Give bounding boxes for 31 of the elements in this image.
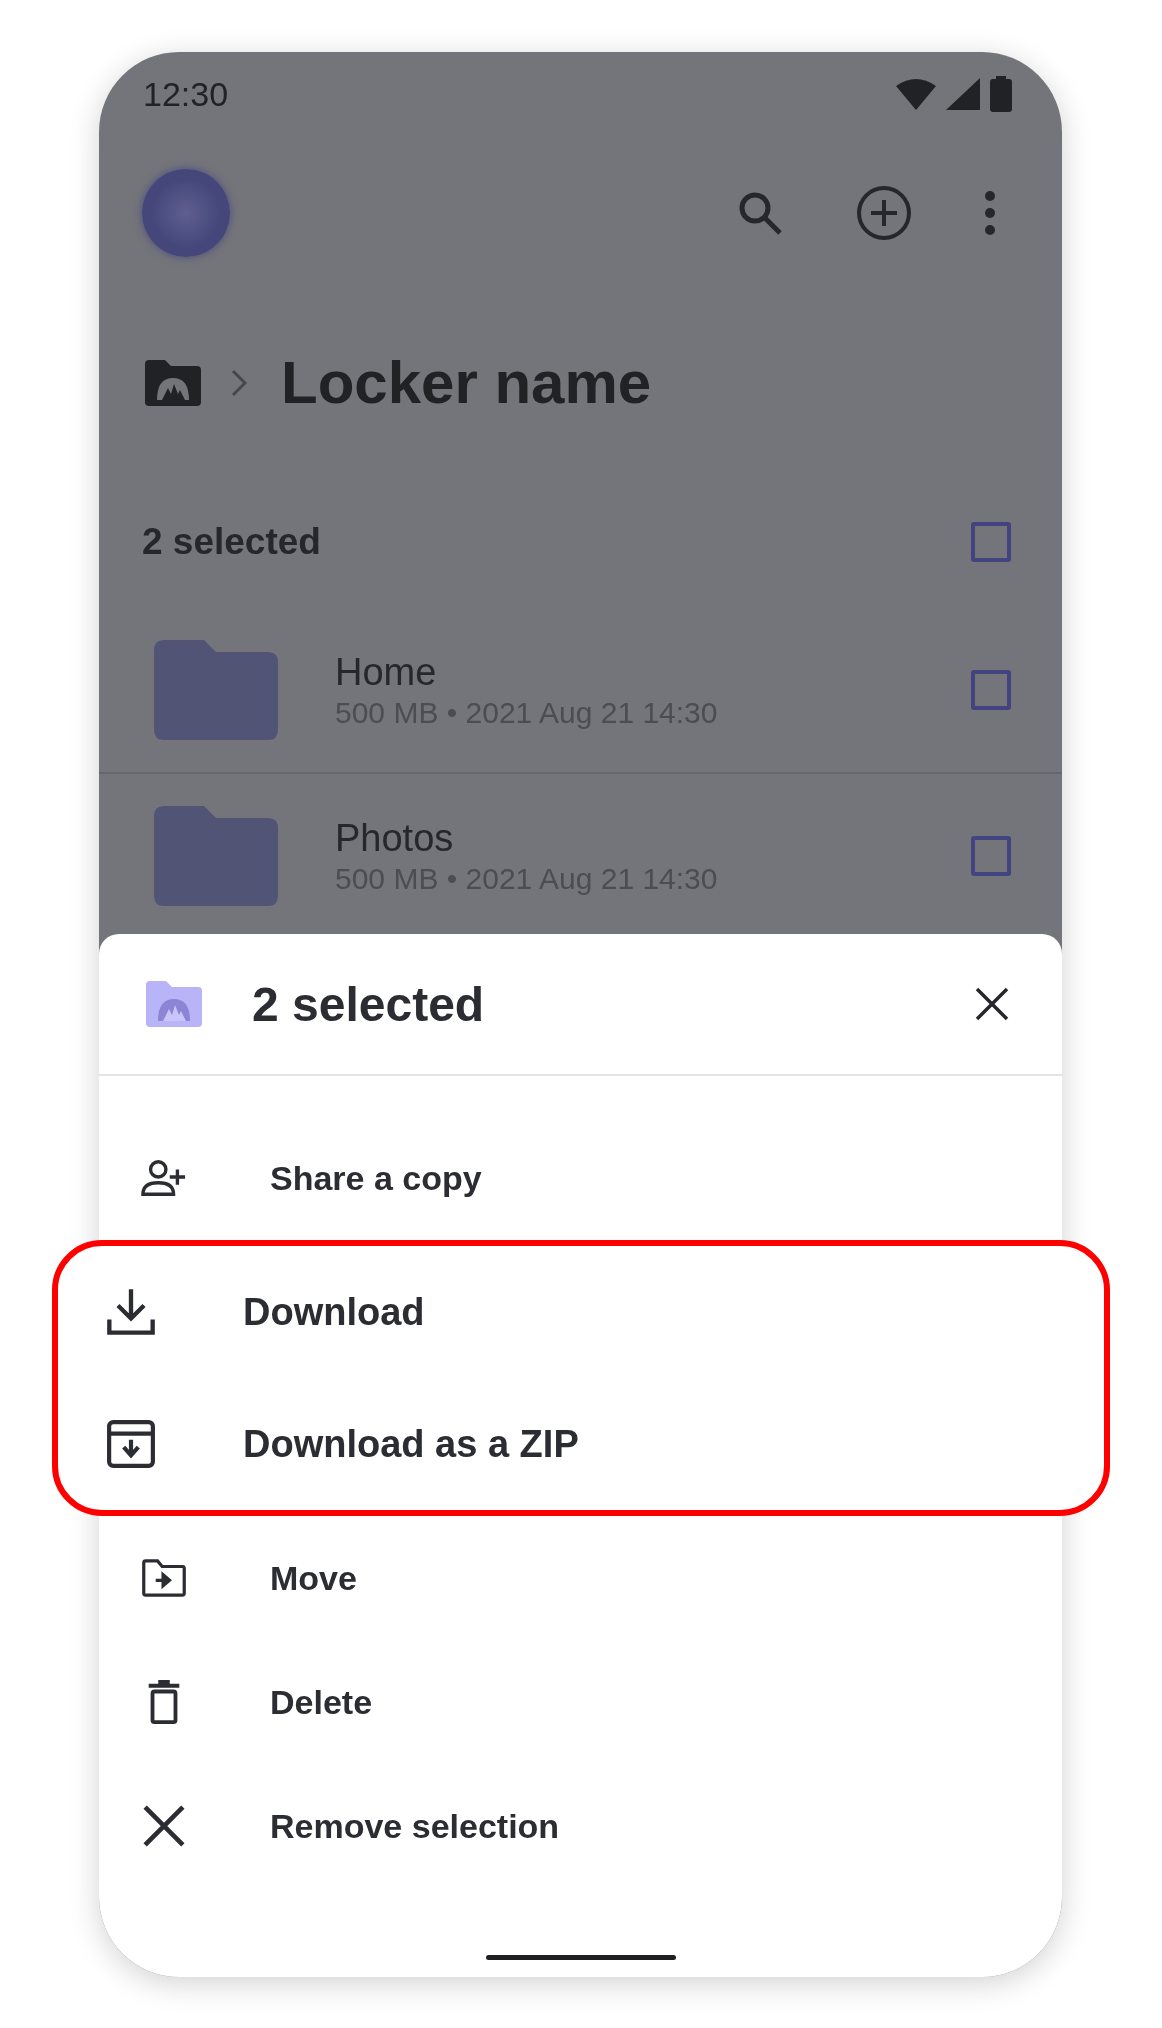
avatar[interactable] [142, 169, 230, 257]
checkbox[interactable] [971, 521, 1011, 562]
menu-item[interactable]: Share a copy [99, 1116, 1062, 1240]
checkbox[interactable] [971, 836, 1011, 876]
folder-icon [154, 806, 278, 906]
menu-item[interactable]: Move [99, 1516, 1062, 1640]
folder-icon [154, 640, 278, 740]
menu-item[interactable]: Download [58, 1246, 1104, 1378]
more-icon[interactable] [984, 190, 996, 236]
wifi-icon [896, 78, 936, 110]
locker-folder-icon[interactable] [145, 359, 201, 406]
sheet-title: 2 selected [252, 976, 486, 1032]
menu-item[interactable]: Delete [99, 1640, 1062, 1764]
download-icon [105, 1287, 157, 1337]
file-name: Photos [335, 816, 455, 860]
locker-folder-icon [146, 981, 202, 1027]
folder-move-icon [141, 1556, 187, 1600]
archive-download-icon [105, 1419, 157, 1469]
clock-time: 12:30 [143, 74, 229, 114]
close-icon[interactable] [974, 986, 1010, 1022]
locker-title: Locker name [281, 348, 652, 417]
file-name: Home [335, 650, 438, 694]
menu-item[interactable]: Remove selection [99, 1764, 1062, 1888]
menu-item[interactable]: Download as a ZIP [58, 1378, 1104, 1510]
battery-icon [990, 76, 1012, 112]
selection-count: 2 selected [142, 520, 321, 563]
add-circle-icon[interactable] [856, 185, 912, 241]
signal-icon [946, 78, 980, 110]
checkbox[interactable] [971, 670, 1011, 710]
close-icon [141, 1804, 187, 1848]
chevron-right-icon [231, 368, 247, 397]
